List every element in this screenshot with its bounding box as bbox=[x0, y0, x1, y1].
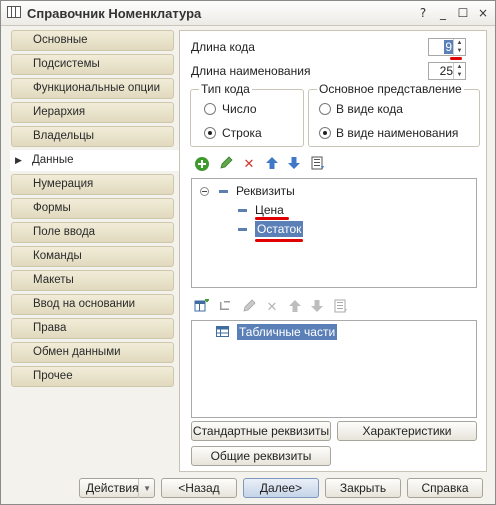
sidebar-item-hierarchy[interactable]: Иерархия bbox=[11, 102, 174, 123]
code-type-number-label: Число bbox=[222, 102, 257, 116]
code-type-string-label: Строка bbox=[222, 126, 262, 140]
maximize-icon[interactable]: ☐ bbox=[455, 5, 471, 21]
sidebar-item-commands[interactable]: Команды bbox=[11, 246, 174, 267]
price-red-underline bbox=[255, 217, 289, 220]
edit-pencil-icon[interactable] bbox=[240, 299, 258, 317]
actions-button[interactable]: Действия ▼ bbox=[79, 478, 155, 498]
code-length-red-underline bbox=[450, 57, 462, 60]
sidebar-item-input-based-on[interactable]: Ввод на основании bbox=[11, 294, 174, 315]
title-bar: Справочник Номенклатура ? _ ☐ × bbox=[1, 1, 495, 26]
common-attributes-button[interactable]: Общие реквизиты bbox=[191, 446, 331, 466]
collapse-icon[interactable] bbox=[200, 187, 209, 197]
sidebar-item-rights[interactable]: Права bbox=[11, 318, 174, 339]
code-length-spinner[interactable]: ▲ ▼ bbox=[453, 39, 465, 55]
tree-item-balance[interactable]: Остаток bbox=[238, 221, 304, 237]
tree-root-label: Табличные части bbox=[237, 324, 338, 340]
sidebar-item-input-field[interactable]: Поле ввода bbox=[11, 222, 174, 243]
configuration-window: Справочник Номенклатура ? _ ☐ × Основные… bbox=[0, 0, 496, 505]
code-length-label: Длина кода bbox=[191, 40, 255, 54]
table-icon bbox=[216, 325, 229, 340]
tree-root-attributes[interactable]: Реквизиты bbox=[200, 184, 295, 198]
edit-pencil-icon[interactable] bbox=[217, 156, 235, 174]
name-length-field[interactable]: 25 ▲ ▼ bbox=[428, 62, 466, 80]
close-button[interactable]: Закрыть bbox=[325, 478, 401, 498]
attribute-icon bbox=[238, 209, 247, 213]
attributes-folder-icon bbox=[219, 190, 228, 194]
code-type-string-radio[interactable] bbox=[204, 127, 216, 139]
characteristics-button[interactable]: Характеристики bbox=[337, 421, 477, 441]
sidebar-item-owners[interactable]: Владельцы bbox=[11, 126, 174, 147]
code-length-field[interactable]: 9 ▲ ▼ bbox=[428, 38, 466, 56]
add-subitem-icon[interactable] bbox=[216, 299, 234, 317]
sidebar-item-forms[interactable]: Формы bbox=[11, 198, 174, 219]
sidebar-item-functional-options[interactable]: Функциональные опции bbox=[11, 78, 174, 99]
sort-list-icon[interactable] bbox=[332, 299, 350, 317]
delete-icon[interactable]: ✕ bbox=[240, 156, 258, 174]
sidebar-item-numbering[interactable]: Нумерация bbox=[11, 174, 174, 195]
current-arrow-icon: ▶ bbox=[15, 155, 22, 165]
tree-root-label: Реквизиты bbox=[236, 184, 295, 198]
back-button[interactable]: <Назад bbox=[161, 478, 237, 498]
attribute-icon bbox=[238, 228, 247, 232]
main-presentation-title: Основное представление bbox=[317, 82, 464, 96]
name-length-value: 25 bbox=[439, 64, 453, 78]
tree-item-label: Цена bbox=[255, 203, 284, 217]
catalog-table-icon bbox=[7, 6, 21, 18]
presentation-code-radio[interactable] bbox=[319, 103, 331, 115]
presentation-code-label: В виде кода bbox=[336, 102, 403, 116]
help-icon[interactable]: ? bbox=[415, 5, 431, 21]
attributes-tree[interactable]: Реквизиты Цена Остаток bbox=[191, 178, 477, 288]
data-panel: Длина кода 9 ▲ ▼ Длина наименования 25 ▲ ▼… bbox=[179, 30, 487, 472]
sidebar-item-layouts[interactable]: Макеты bbox=[11, 270, 174, 291]
main-presentation-group: Основное представление В виде кода В вид… bbox=[308, 82, 480, 147]
tree-root-tabular[interactable]: Табличные части bbox=[216, 324, 338, 340]
presentation-name-label: В виде наименования bbox=[336, 126, 459, 140]
move-up-icon[interactable] bbox=[263, 156, 281, 174]
name-length-spinner[interactable]: ▲ ▼ bbox=[453, 63, 465, 79]
sidebar-item-data-exchange[interactable]: Обмен данными bbox=[11, 342, 174, 363]
sidebar-item-data[interactable]: ▶ Данные bbox=[10, 150, 193, 171]
next-button[interactable]: Далее> bbox=[243, 478, 319, 498]
presentation-name-radio[interactable] bbox=[319, 127, 331, 139]
minimize-icon[interactable]: _ bbox=[435, 5, 451, 21]
code-type-group: Тип кода Число Строка bbox=[190, 82, 304, 147]
close-icon[interactable]: × bbox=[475, 5, 491, 21]
add-table-icon[interactable] bbox=[193, 298, 211, 317]
attributes-toolbar: ✕ bbox=[193, 156, 343, 174]
sidebar-item-subsystems[interactable]: Подсистемы bbox=[11, 54, 174, 75]
balance-red-underline bbox=[255, 239, 303, 242]
help-button[interactable]: Справка bbox=[407, 478, 483, 498]
delete-icon[interactable]: ✕ bbox=[263, 299, 281, 317]
code-type-title: Тип кода bbox=[199, 82, 252, 96]
tree-item-label: Остаток bbox=[255, 221, 304, 237]
sidebar-item-label: Данные bbox=[32, 154, 74, 166]
move-up-icon[interactable] bbox=[286, 299, 304, 317]
standard-attributes-button[interactable]: Стандартные реквизиты bbox=[191, 421, 331, 441]
code-length-value: 9 bbox=[444, 40, 453, 54]
tree-item-price[interactable]: Цена bbox=[238, 203, 284, 217]
sidebar: Основные Подсистемы Функциональные опции… bbox=[10, 30, 193, 390]
move-down-icon[interactable] bbox=[285, 156, 303, 174]
add-icon[interactable] bbox=[193, 156, 211, 174]
code-type-number-radio[interactable] bbox=[204, 103, 216, 115]
sidebar-item-other[interactable]: Прочее bbox=[11, 366, 174, 387]
move-down-icon[interactable] bbox=[308, 299, 326, 317]
name-length-label: Длина наименования bbox=[191, 64, 311, 78]
chevron-down-icon: ▼ bbox=[138, 479, 151, 498]
sort-list-icon[interactable] bbox=[309, 156, 327, 174]
tabular-sections-tree[interactable]: Табличные части bbox=[191, 320, 477, 418]
tabular-toolbar: ✕ bbox=[193, 298, 363, 317]
sidebar-item-main[interactable]: Основные bbox=[11, 30, 174, 51]
actions-label: Действия bbox=[86, 481, 139, 495]
window-title: Справочник Номенклатура bbox=[27, 6, 202, 21]
